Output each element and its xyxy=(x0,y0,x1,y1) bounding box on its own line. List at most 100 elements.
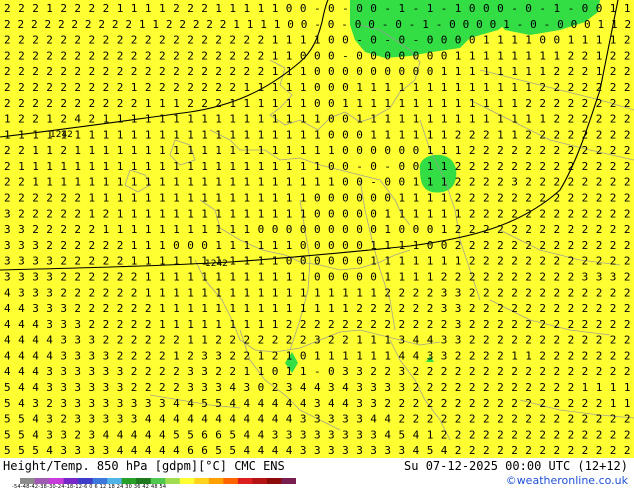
grid-value: 1 xyxy=(131,255,138,268)
grid-value: 2 xyxy=(159,381,166,394)
grid-value: 2 xyxy=(568,207,575,220)
grid-value: 5 xyxy=(201,397,208,410)
grid-value: 1 xyxy=(370,81,377,94)
grid-value: 2 xyxy=(455,239,462,252)
grid-value: 0 xyxy=(286,2,293,15)
grid-value: 2 xyxy=(427,381,434,394)
grid-value: 2 xyxy=(314,318,321,331)
grid-value: 1 xyxy=(511,113,518,126)
grid-value: 3 xyxy=(145,397,152,410)
grid-value: 2 xyxy=(568,381,575,394)
grid-value: 2 xyxy=(272,334,279,347)
grid-value: 2 xyxy=(229,81,236,94)
grid-value: 1 xyxy=(272,207,279,220)
footer-bar: Height/Temp. 850 hPa [gdpm][°C] CMC ENS … xyxy=(0,458,634,490)
grid-value: 3 xyxy=(441,349,448,362)
grid-value: 2 xyxy=(624,34,631,47)
grid-value: 1 xyxy=(469,97,476,110)
grid-value: 1 xyxy=(356,334,363,347)
grid-value: 4 xyxy=(4,365,11,378)
grid-value: 2 xyxy=(85,18,92,31)
grid-value: 1 xyxy=(422,18,429,31)
grid-value: 1 xyxy=(145,255,152,268)
grid-value: 2 xyxy=(568,144,575,157)
grid-value: 1 xyxy=(286,239,293,252)
grid-value: 1 xyxy=(356,81,363,94)
site-credit[interactable]: ©weatheronline.co.uk xyxy=(506,474,628,487)
grid-value: 3 xyxy=(356,397,363,410)
grid-value: 3 xyxy=(610,271,617,284)
grid-value: 2 xyxy=(103,34,110,47)
grid-value: 1 xyxy=(441,207,448,220)
grid-value: 4 xyxy=(18,365,25,378)
grid-value: 1 xyxy=(244,286,251,299)
grid-value: 2 xyxy=(610,255,617,268)
grid-value: 0 xyxy=(582,2,589,15)
grid-value: 2 xyxy=(610,334,617,347)
grid-value: 2 xyxy=(201,34,208,47)
grid-value: 2 xyxy=(46,65,53,78)
grid-value: 1 xyxy=(511,49,518,62)
grid-value: 5 xyxy=(4,381,11,394)
grid-value: 2 xyxy=(89,302,96,315)
grid-value: 2 xyxy=(483,207,490,220)
grid-value: 2 xyxy=(483,444,490,457)
grid-value: 2 xyxy=(624,428,631,441)
grid-value: 2 xyxy=(166,18,173,31)
grid-value: 2 xyxy=(187,65,194,78)
grid-value: 1 xyxy=(441,144,448,157)
grid-value: 1 xyxy=(201,255,208,268)
grid-value: 3 xyxy=(244,381,251,394)
grid-value: 2 xyxy=(497,428,504,441)
grid-value: 2 xyxy=(74,65,81,78)
grid-value: 2 xyxy=(582,397,589,410)
grid-value: 1 xyxy=(497,81,504,94)
grid-value: 3 xyxy=(117,413,124,426)
grid-value: 1 xyxy=(483,34,490,47)
grid-value: 1 xyxy=(286,49,293,62)
grid-value: 3 xyxy=(328,428,335,441)
grid-value: 1 xyxy=(455,2,462,15)
grid-value: 2 xyxy=(74,49,81,62)
grid-value: 1 xyxy=(173,223,180,236)
grid-value: - xyxy=(539,2,546,15)
grid-value: 2 xyxy=(596,239,603,252)
grid-value: 2 xyxy=(568,49,575,62)
grid-value: 4 xyxy=(244,397,251,410)
grid-value: 1 xyxy=(244,302,251,315)
grid-value: 1 xyxy=(173,144,180,157)
grid-value: 2 xyxy=(582,128,589,141)
grid-value: 1 xyxy=(399,255,406,268)
grid-value: 2 xyxy=(497,413,504,426)
grid-value: 2 xyxy=(582,81,589,94)
grid-value: 1 xyxy=(103,113,110,126)
grid-value: 2 xyxy=(413,302,420,315)
grid-value: 1 xyxy=(173,160,180,173)
grid-value: 1 xyxy=(300,144,307,157)
grid-value: - xyxy=(342,49,349,62)
grid-value: 0 xyxy=(525,2,532,15)
grid-value: 2 xyxy=(103,239,110,252)
grid-value: 2 xyxy=(74,428,81,441)
grid-value: 2 xyxy=(455,365,462,378)
grid-value: 1 xyxy=(370,239,377,252)
grid-value: 2 xyxy=(74,192,81,205)
grid-value: 2 xyxy=(511,144,518,157)
grid-value: 1 xyxy=(215,223,222,236)
grid-value: 1 xyxy=(32,176,39,189)
grid-value: 2 xyxy=(258,34,265,47)
grid-value: 1 xyxy=(539,65,546,78)
grid-value: 1 xyxy=(229,239,236,252)
grid-value: 3 xyxy=(103,444,110,457)
grid-value: 0 xyxy=(469,34,476,47)
grid-value: 3 xyxy=(356,413,363,426)
grid-value: 2 xyxy=(74,207,81,220)
grid-value: 1 xyxy=(455,97,462,110)
grid-value: 4 xyxy=(117,428,124,441)
grid-value: 1 xyxy=(159,144,166,157)
grid-value: 2 xyxy=(596,428,603,441)
grid-value: 3 xyxy=(187,381,194,394)
grid-value: 1 xyxy=(624,2,631,15)
grid-value: 2 xyxy=(215,334,222,347)
grid-value: 3 xyxy=(201,381,208,394)
